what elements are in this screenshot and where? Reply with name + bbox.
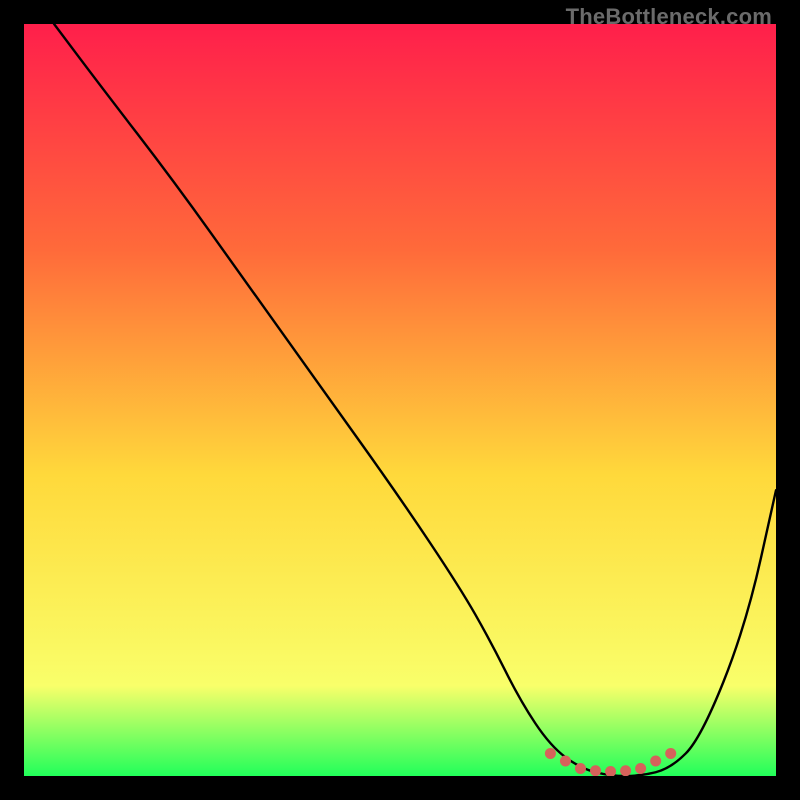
optimal-point-marker bbox=[560, 755, 571, 766]
optimal-point-marker bbox=[590, 765, 601, 776]
chart-frame bbox=[24, 24, 776, 776]
optimal-point-marker bbox=[575, 763, 586, 774]
optimal-point-marker bbox=[665, 748, 676, 759]
optimal-point-marker bbox=[635, 763, 646, 774]
optimal-point-marker bbox=[650, 755, 661, 766]
bottleneck-chart bbox=[24, 24, 776, 776]
gradient-background bbox=[24, 24, 776, 776]
watermark-text: TheBottleneck.com bbox=[566, 4, 772, 30]
optimal-point-marker bbox=[620, 765, 631, 776]
optimal-point-marker bbox=[545, 748, 556, 759]
